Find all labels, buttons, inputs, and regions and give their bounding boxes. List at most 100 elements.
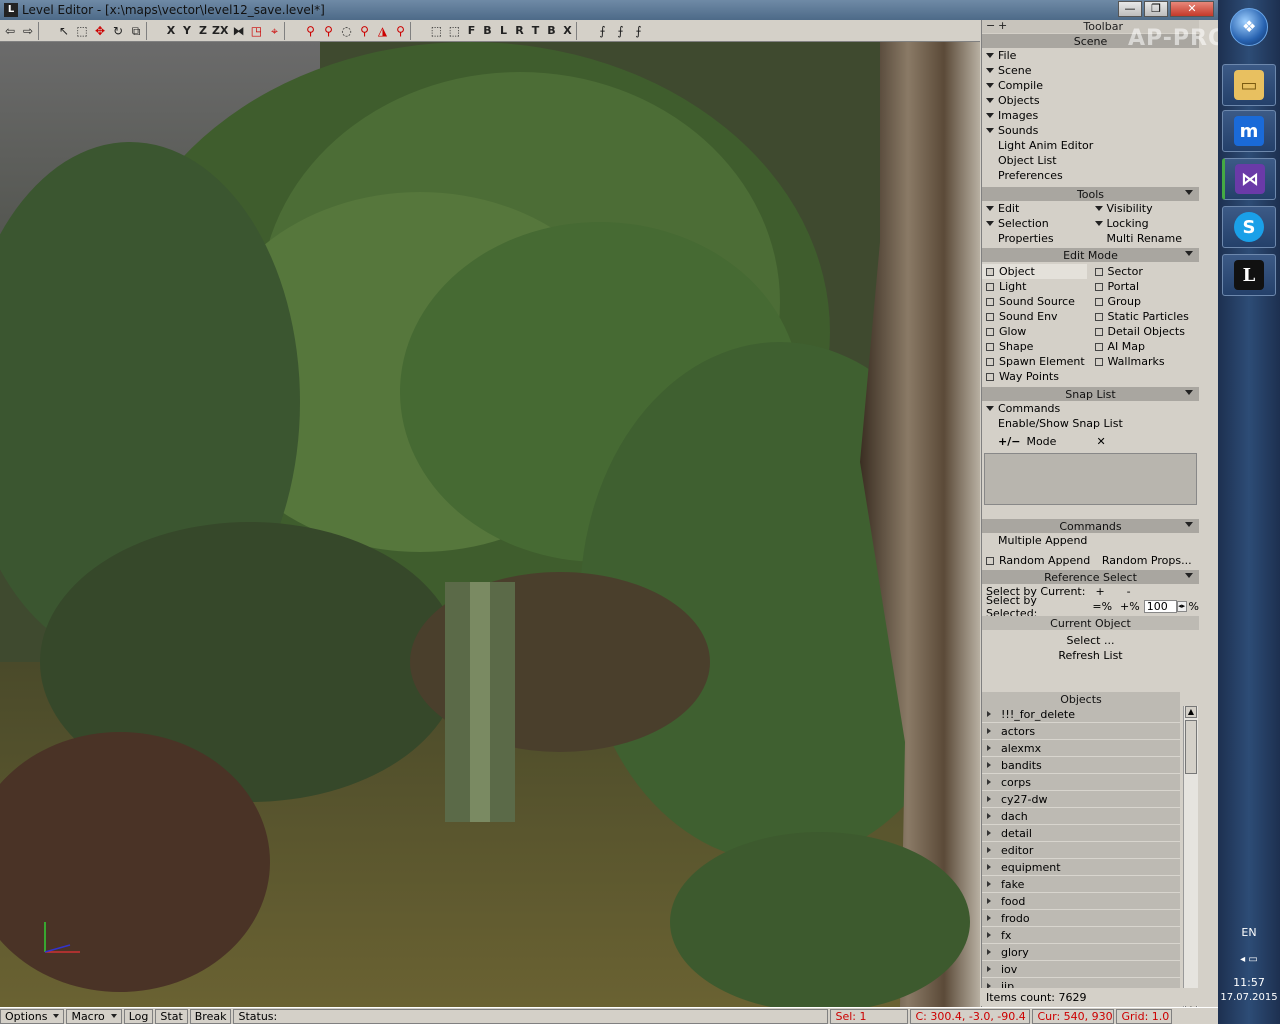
select-plus-pct-button[interactable]: +% [1120, 600, 1140, 613]
clock-time[interactable]: 11:57 [1218, 976, 1280, 989]
view-top-button[interactable]: T [528, 22, 542, 40]
view-reset-button[interactable]: X [560, 22, 574, 40]
list-item[interactable]: !!!_for_delete [982, 706, 1180, 723]
edit-mode-header[interactable]: Edit Mode [982, 248, 1199, 262]
mode-glow[interactable]: Glow [982, 324, 1091, 339]
list-item[interactable]: actors [982, 723, 1180, 740]
tools-selection[interactable]: Selection [982, 217, 1091, 230]
menu-light-anim-editor[interactable]: Light Anim Editor [982, 138, 1199, 153]
mode-sound-source[interactable]: Sound Source [982, 294, 1091, 309]
view-left-button[interactable]: L [496, 22, 510, 40]
expand-arrow-icon[interactable] [987, 762, 991, 768]
scale-icon[interactable]: ⧉ [128, 22, 144, 40]
list-item[interactable]: cy27-dw [982, 791, 1180, 808]
mode-group[interactable]: Group [1091, 294, 1200, 309]
taskbar-app-visual-studio[interactable]: ⋈ [1222, 158, 1276, 200]
magnet-icon[interactable]: ⚲ [302, 22, 318, 40]
grid-snap-icon[interactable]: ⚲ [392, 22, 408, 40]
tools-multi-rename[interactable]: Multi Rename [1091, 232, 1200, 245]
checkbox[interactable] [1094, 282, 1103, 291]
expand-arrow-icon[interactable] [987, 932, 991, 938]
tray-icons[interactable]: ◂ ▭ [1218, 954, 1280, 965]
checkbox[interactable] [1094, 342, 1103, 351]
percent-input[interactable]: 100 [1143, 600, 1177, 613]
mirror-icon[interactable]: ⧓ [230, 22, 246, 40]
taskbar-app-level-editor[interactable]: L [1222, 254, 1276, 296]
maximize-button[interactable]: ❐ [1144, 1, 1168, 17]
menu-preferences[interactable]: Preferences [982, 168, 1199, 183]
checkbox[interactable] [1094, 312, 1103, 321]
list-item[interactable]: glory [982, 944, 1180, 961]
log-button[interactable]: Log [123, 1008, 154, 1024]
expand-arrow-icon[interactable] [987, 830, 991, 836]
checkbox[interactable] [1094, 267, 1103, 276]
zoom-selected-icon[interactable]: ⬚ [446, 22, 462, 40]
refresh-list-button[interactable]: Refresh List [982, 648, 1199, 663]
mode-way-points[interactable]: Way Points [982, 369, 1091, 384]
expand-arrow-icon[interactable] [987, 966, 991, 972]
collapse-icon[interactable]: − [986, 20, 995, 32]
menu-objects[interactable]: Objects [982, 93, 1199, 108]
mode-portal[interactable]: Portal [1091, 279, 1200, 294]
axis-z-button[interactable]: Z [196, 22, 210, 40]
view-front-button[interactable]: F [464, 22, 478, 40]
axis-zx-button[interactable]: ZX [212, 22, 228, 40]
select-object-button[interactable]: Select ... [982, 633, 1199, 648]
tools-edit[interactable]: Edit [982, 202, 1091, 215]
options-menu[interactable]: Options [0, 1008, 65, 1024]
menu-scene[interactable]: Scene [982, 63, 1199, 78]
taskbar-app-maxthon[interactable]: m [1222, 110, 1276, 152]
select-icon[interactable]: ↖ [56, 22, 72, 40]
object-snap-icon[interactable]: ⚲ [320, 22, 336, 40]
expand-arrow-icon[interactable] [987, 813, 991, 819]
expand-arrow-icon[interactable] [987, 915, 991, 921]
language-indicator[interactable]: EN [1218, 926, 1280, 939]
random-append-checkbox[interactable]: Random Append [982, 554, 1091, 567]
checkbox[interactable] [986, 297, 994, 306]
taskbar-app-folder[interactable]: ▭ [1222, 64, 1276, 106]
snap-clear-icon[interactable]: ✕ [1096, 435, 1105, 448]
snap-list-header[interactable]: Snap List [982, 387, 1199, 401]
list-item[interactable]: editor [982, 842, 1180, 859]
menu-compile[interactable]: Compile [982, 78, 1199, 93]
menu-sounds[interactable]: Sounds [982, 123, 1199, 138]
list-item[interactable]: equipment [982, 859, 1180, 876]
reference-select-header[interactable]: Reference Select [982, 570, 1199, 584]
mode-shape[interactable]: Shape [982, 339, 1091, 354]
macro-menu[interactable]: Macro [66, 1008, 122, 1024]
camera-plane-icon[interactable]: ⨍ [594, 22, 610, 40]
select-eq-pct-button[interactable]: =% [1092, 600, 1112, 613]
axis-x-button[interactable]: X [164, 22, 178, 40]
checkbox[interactable] [1094, 297, 1103, 306]
checkbox[interactable] [986, 556, 994, 565]
list-item[interactable]: dach [982, 808, 1180, 825]
csnap-icon[interactable]: ◳ [248, 22, 264, 40]
list-item[interactable]: corps [982, 774, 1180, 791]
objects-scrollbar[interactable]: ▲ ▼ [1183, 706, 1198, 1007]
checkbox[interactable] [986, 372, 994, 381]
multiple-append-button[interactable]: Multiple Append [982, 533, 1199, 548]
redo-icon[interactable]: ⇨ [20, 22, 36, 40]
mode-detail-objects[interactable]: Detail Objects [1091, 324, 1200, 339]
scroll-thumb[interactable] [1185, 720, 1197, 774]
expand-arrow-icon[interactable] [987, 779, 991, 785]
expand-arrow-icon[interactable] [987, 728, 991, 734]
list-item[interactable]: detail [982, 825, 1180, 842]
enable-show-snap-list[interactable]: Enable/Show Snap List [982, 416, 1199, 431]
expand-arrow-icon[interactable] [987, 898, 991, 904]
angle-snap-icon[interactable]: ◮ [374, 22, 390, 40]
expand-arrow-icon[interactable] [987, 949, 991, 955]
break-button[interactable]: Break [189, 1008, 232, 1024]
move-icon[interactable]: ✥ [92, 22, 108, 40]
expand-arrow-icon[interactable] [987, 796, 991, 802]
rotate-icon[interactable]: ↻ [110, 22, 126, 40]
checkbox[interactable] [1094, 357, 1103, 366]
checkbox[interactable] [986, 282, 994, 291]
camera-fly-icon[interactable]: ⨍ [630, 22, 646, 40]
list-item[interactable]: iov [982, 961, 1180, 978]
tools-locking[interactable]: Locking [1091, 217, 1200, 230]
mode-light[interactable]: Light [982, 279, 1091, 294]
undo-icon[interactable]: ⇦ [2, 22, 18, 40]
menu-object-list[interactable]: Object List [982, 153, 1199, 168]
checkbox[interactable] [1094, 327, 1103, 336]
